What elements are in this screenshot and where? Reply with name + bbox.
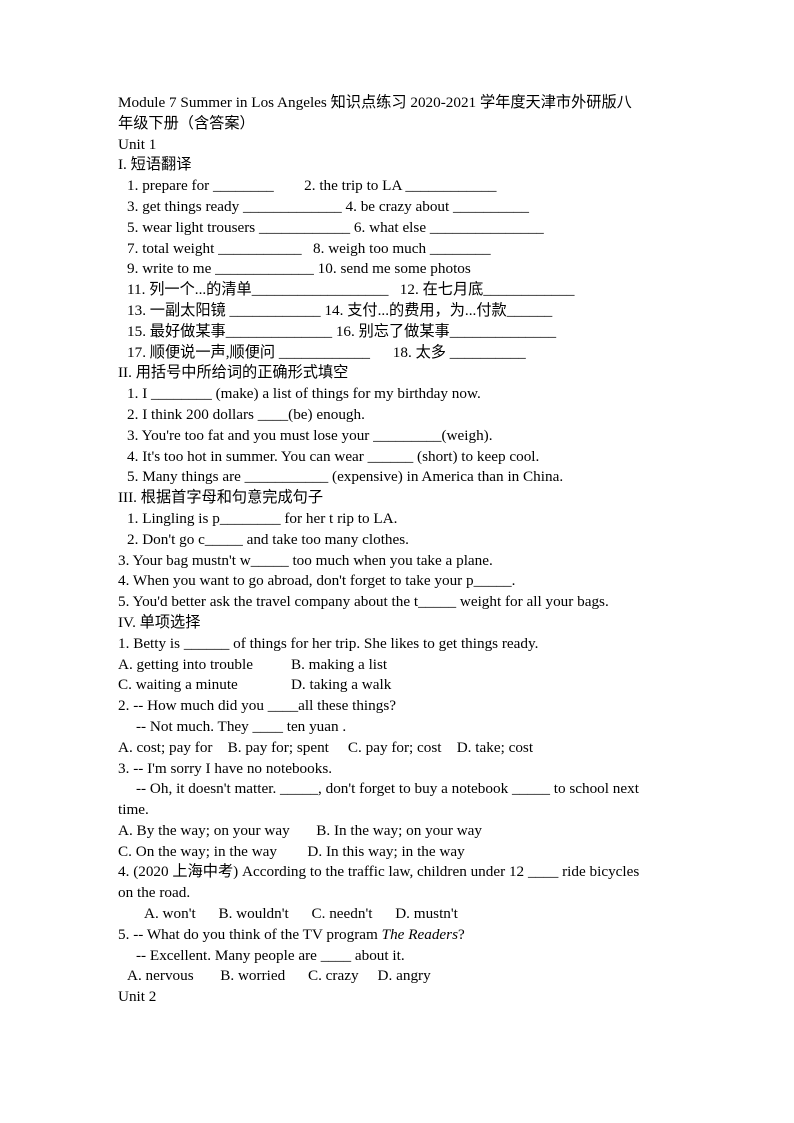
title-line-2: 年级下册（含答案）: [118, 114, 255, 132]
question-text-tail: ?: [458, 925, 465, 943]
question-line: 1. Betty is ______ of things for her tri…: [118, 634, 539, 652]
exercise-line: 3. Your bag mustn't w_____ too much when…: [118, 551, 493, 569]
exercise-line: 7. total weight ___________ 8. weigh too…: [127, 239, 491, 257]
exercise-line: 13. 一副太阳镜 ____________ 14. 支付...的费用，为...…: [127, 301, 553, 319]
option-line: C. On the way; in the way D. In this way…: [118, 842, 465, 860]
question-line: -- Not much. They ____ ten yuan .: [136, 717, 347, 735]
exercise-line: 2. I think 200 dollars ____(be) enough.: [127, 405, 365, 423]
unit-1-heading: Unit 1: [118, 135, 157, 153]
document-body: Module 7 Summer in Los Angeles 知识点练习 202…: [118, 93, 684, 1008]
document-page: Module 7 Summer in Los Angeles 知识点练习 202…: [0, 0, 794, 1123]
exercise-line: 3. You're too fat and you must lose your…: [127, 426, 493, 444]
exercise-line: 5. You'd better ask the travel company a…: [118, 593, 609, 611]
program-title: The Readers: [381, 925, 458, 943]
option-line: C. waiting a minute D. taking a walk: [118, 676, 392, 694]
exercise-line: 1. I ________ (make) a list of things fo…: [127, 385, 481, 403]
option-line: A. cost; pay for B. pay for; spent C. pa…: [118, 738, 534, 756]
exercise-line: 15. 最好做某事______________ 16. 别忘了做某事______…: [127, 322, 557, 340]
option-line: A. nervous B. worried C. crazy D. angry: [127, 967, 431, 985]
exercise-line: 1. prepare for ________ 2. the trip to L…: [127, 177, 497, 195]
exercise-line: 1. Lingling is p________ for her t rip t…: [127, 509, 398, 527]
section-heading-i: I. 短语翻译: [118, 156, 192, 174]
exercise-line: 9. write to me _____________ 10. send me…: [127, 260, 471, 278]
question-line: time.: [118, 801, 149, 819]
exercise-line: 17. 顺便说一声,顺便问 ____________ 18. 太多 ______…: [127, 343, 526, 361]
question-line: 2. -- How much did you ____all these thi…: [118, 697, 396, 715]
question-line: 4. (2020 上海中考) According to the traffic …: [118, 863, 640, 881]
section-heading-iii: III. 根据首字母和句意完成句子: [118, 489, 324, 507]
option-line: A. won't B. wouldn't C. needn't D. mustn…: [144, 905, 458, 923]
section-heading-iv: IV. 单项选择: [118, 613, 201, 631]
exercise-line: 11. 列一个...的清单__________________ 12. 在七月底…: [127, 281, 575, 299]
question-line: 5. -- What do you think of the TV progra…: [118, 925, 684, 946]
question-text: 5. -- What do you think of the TV progra…: [118, 925, 382, 943]
exercise-line: 3. get things ready _____________ 4. be …: [127, 197, 529, 215]
exercise-line: 4. It's too hot in summer. You can wear …: [127, 447, 540, 465]
section-heading-ii: II. 用括号中所给词的正确形式填空: [118, 364, 349, 382]
question-line: on the road.: [118, 884, 191, 902]
title-line-1: Module 7 Summer in Los Angeles 知识点练习 202…: [118, 94, 632, 111]
question-line: 3. -- I'm sorry I have no notebooks.: [118, 759, 333, 777]
question-line: -- Excellent. Many people are ____ about…: [136, 946, 405, 964]
option-line: A. getting into trouble B. making a list: [118, 655, 388, 673]
exercise-line: 5. Many things are ___________ (expensiv…: [127, 468, 564, 486]
question-line: -- Oh, it doesn't matter. _____, don't f…: [136, 780, 639, 798]
option-line: A. By the way; on your way B. In the way…: [118, 821, 483, 839]
exercise-line: 5. wear light trousers ____________ 6. w…: [127, 218, 544, 236]
unit-2-heading: Unit 2: [118, 988, 157, 1006]
document-title: Module 7 Summer in Los Angeles 知识点练习 202…: [118, 93, 684, 135]
exercise-line: 4. When you want to go abroad, don't for…: [118, 572, 516, 590]
exercise-line: 2. Don't go c_____ and take too many clo…: [127, 530, 409, 548]
